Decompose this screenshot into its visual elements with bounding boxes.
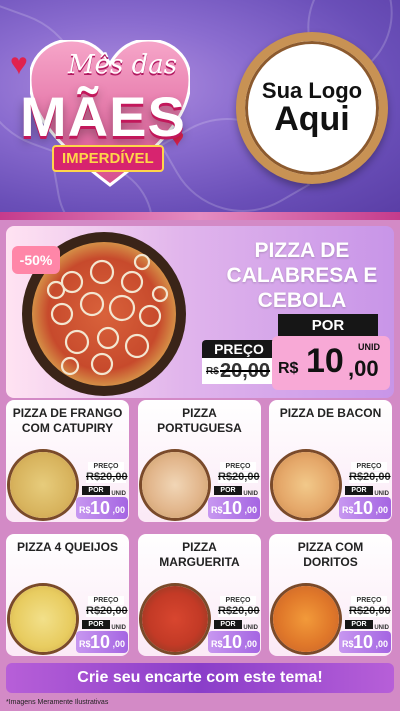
new-price: R$ 10,00 UNID xyxy=(208,625,260,653)
product-card[interactable]: PIZZA MARGUERITA PREÇO R$20,00 POR R$ 10,00 UN… xyxy=(138,534,261,656)
por-label: POR xyxy=(278,314,378,336)
pizza-image xyxy=(10,586,76,652)
old-price-currency: R$ xyxy=(206,366,219,377)
old-price: R$20,00 xyxy=(349,605,391,617)
old-price-value: 20,00 xyxy=(220,360,271,382)
pizza-image xyxy=(273,452,339,518)
title-line-3: IMPERDÍVEL xyxy=(52,145,164,172)
por-label: POR xyxy=(345,620,373,629)
preco-label: PREÇO xyxy=(220,462,256,471)
divider-band xyxy=(0,212,400,220)
disclaimer-text: *Imagens Meramente Ilustrativas xyxy=(6,699,109,706)
new-price-currency: R$ xyxy=(79,505,91,515)
new-price-currency: R$ xyxy=(211,505,223,515)
new-price-cents: ,00 xyxy=(244,505,257,515)
new-price: R$ 10,00 UNID xyxy=(339,625,391,653)
product-card[interactable]: PIZZA 4 QUEIJOS PREÇO R$20,00 POR R$ 10,00 UNI… xyxy=(6,534,129,656)
product-card[interactable]: PIZZA PORTUGUESA PREÇO R$20,00 POR R$ 10,00 UN… xyxy=(138,400,261,522)
por-label: POR xyxy=(214,486,242,495)
old-price: R$20,00 xyxy=(86,471,128,483)
new-price-integer: 10 xyxy=(353,632,374,652)
red-heart-icon: ♥ xyxy=(10,48,28,81)
product-card[interactable]: PIZZA DE FRANGO COM CATUPIRY PREÇO R$20,00… xyxy=(6,400,129,522)
mothers-day-logo: ♥ ♥ Mês das MÃES IMPERDÍVEL xyxy=(10,40,210,190)
new-price: R$ 10 ,00 UNID xyxy=(272,336,390,390)
new-price: R$ 10,00 UNID xyxy=(339,491,391,519)
pizza-image xyxy=(142,452,208,518)
unit-label: UNID xyxy=(374,625,389,631)
new-price-integer: 10 xyxy=(353,498,374,518)
product-name: PIZZA MARGUERITA xyxy=(159,540,240,569)
new-price-integer: 10 xyxy=(90,498,111,518)
preco-label: PREÇO xyxy=(88,596,124,605)
new-price: R$ 10,00 UNID xyxy=(76,625,128,653)
new-price-cents: ,00 xyxy=(112,639,125,649)
new-price-cents: ,00 xyxy=(348,356,379,381)
new-price-integer: 10 xyxy=(90,632,111,652)
new-price-currency: R$ xyxy=(342,505,354,515)
product-name: PIZZA 4 QUEIJOS xyxy=(17,540,118,554)
new-price-currency: R$ xyxy=(211,639,223,649)
por-label: POR xyxy=(82,486,110,495)
logo-text-line-1: Sua Logo xyxy=(261,77,363,103)
product-card[interactable]: PIZZA COM DORITOS PREÇO R$20,00 POR R$ 10,00 U… xyxy=(269,534,392,656)
discount-badge: -50% xyxy=(12,246,60,274)
por-label: POR xyxy=(214,620,242,629)
new-price-currency: R$ xyxy=(278,360,299,377)
new-price-cents: ,00 xyxy=(112,505,125,515)
unit-label: UNID xyxy=(243,491,258,497)
por-label: POR xyxy=(82,620,110,629)
flyer-body: -50% PIZZA DE CALABRESA E CEBOLA POR PRE… xyxy=(0,220,400,711)
featured-product-name: PIZZA DE CALABRESA E CEBOLA xyxy=(226,239,378,313)
product-name: PIZZA COM DORITOS xyxy=(297,540,364,569)
featured-product[interactable]: -50% PIZZA DE CALABRESA E CEBOLA POR PRE… xyxy=(6,226,394,398)
preco-label: PREÇO xyxy=(220,596,256,605)
pizza-image xyxy=(10,452,76,518)
unit-label: UNID xyxy=(111,491,126,497)
preco-label: PREÇO xyxy=(351,596,387,605)
new-price: R$ 10,00 UNID xyxy=(76,491,128,519)
por-label: POR xyxy=(345,486,373,495)
new-price-cents: ,00 xyxy=(375,639,388,649)
new-price-cents: ,00 xyxy=(244,639,257,649)
create-flyer-button[interactable]: Crie seu encarte com este tema! xyxy=(6,663,394,693)
old-price: R$20,00 xyxy=(218,471,260,483)
logo-text-line-2: Aqui xyxy=(274,99,350,138)
product-name: PIZZA DE FRANGO COM CATUPIRY xyxy=(12,406,123,435)
new-price-integer: 10 xyxy=(222,498,243,518)
new-price-currency: R$ xyxy=(79,639,91,649)
product-card[interactable]: PIZZA DE BACON PREÇO R$20,00 POR R$ 10,00 UNID xyxy=(269,400,392,522)
old-price: R$20,00 xyxy=(86,605,128,617)
title-line-1: Mês das xyxy=(68,50,178,80)
unit-label: UNID xyxy=(243,625,258,631)
product-name: PIZZA DE BACON xyxy=(279,406,382,420)
unit-label: UNID xyxy=(374,491,389,497)
header-banner: ♥ ♥ Mês das MÃES IMPERDÍVEL Sua Logo Aqu… xyxy=(0,0,400,214)
unit-label: UNID xyxy=(111,625,126,631)
pizza-image xyxy=(142,586,208,652)
new-price-cents: ,00 xyxy=(375,505,388,515)
new-price: R$ 10,00 UNID xyxy=(208,491,260,519)
unit-label: UNID xyxy=(358,342,380,352)
old-price: R$ 20,00 xyxy=(202,358,276,384)
old-price: R$20,00 xyxy=(349,471,391,483)
preco-label: PREÇO xyxy=(202,340,276,358)
title-line-2: MÃES xyxy=(20,85,186,148)
logo-placeholder[interactable]: Sua Logo Aqui xyxy=(236,32,388,184)
new-price-currency: R$ xyxy=(342,639,354,649)
old-price: R$20,00 xyxy=(218,605,260,617)
new-price-integer: 10 xyxy=(222,632,243,652)
pizza-image xyxy=(273,586,339,652)
product-name: PIZZA PORTUGUESA xyxy=(157,406,242,435)
preco-label: PREÇO xyxy=(351,462,387,471)
new-price-integer: 10 xyxy=(306,342,344,380)
preco-label: PREÇO xyxy=(88,462,124,471)
